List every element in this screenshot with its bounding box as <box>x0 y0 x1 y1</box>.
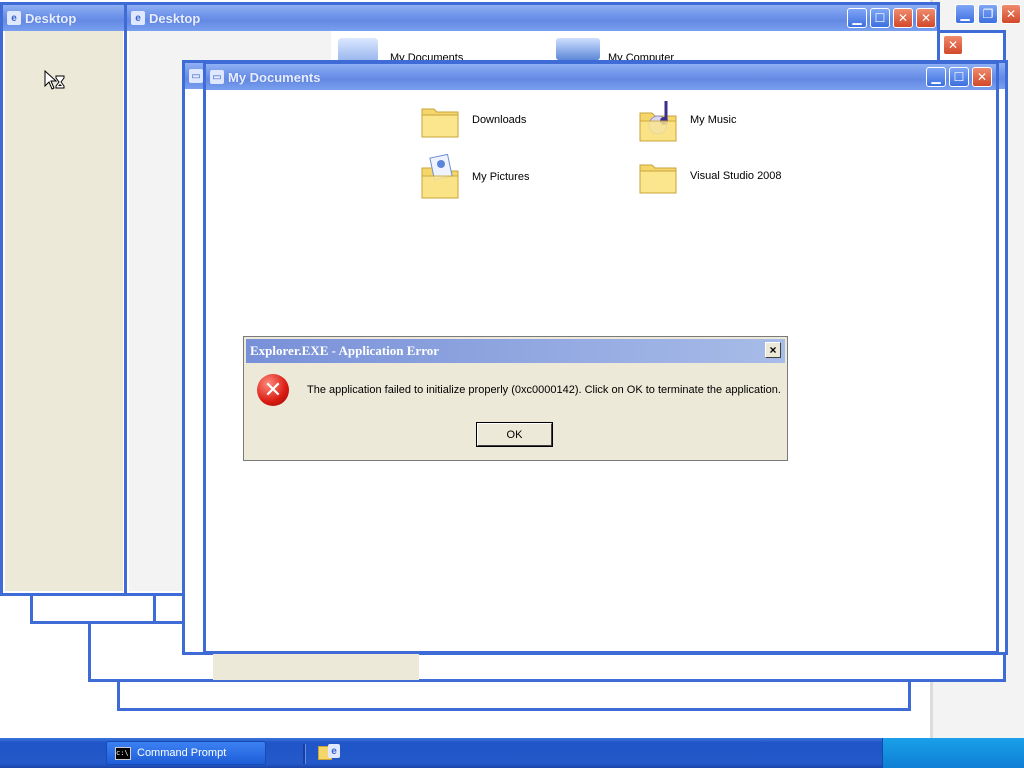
error-icon: ✕ <box>257 374 289 406</box>
system-tray <box>882 738 1024 768</box>
cmd-icon: c:\ <box>115 746 131 760</box>
application-error-dialog: Explorer.EXE - Application Error × ✕ The… <box>243 336 788 461</box>
my-documents-titlebar[interactable]: ▭ My Documents <box>206 64 996 90</box>
dialog-message: The application failed to initialize pro… <box>307 384 781 396</box>
desktop-window-2-titlebar[interactable]: e Desktop <box>127 5 937 31</box>
behind-label-mycomputer: My Computer <box>608 52 675 60</box>
taskbar-separator <box>303 744 306 764</box>
my-documents-desktop-icon[interactable] <box>338 38 378 60</box>
left-pane <box>5 31 123 591</box>
window-title: Desktop <box>149 10 201 26</box>
ie-icon: e <box>7 11 21 25</box>
folder-my-pictures[interactable]: My Pictures <box>420 154 529 200</box>
item-label: Downloads <box>472 114 527 126</box>
maximize-button[interactable]: ☐ <box>870 8 890 28</box>
item-label: My Music <box>690 114 737 126</box>
behind-label-mydocs: My Documents <box>390 52 464 60</box>
taskbar-item-command-prompt[interactable]: c:\ Command Prompt <box>106 741 266 765</box>
minimize-button[interactable]: ▁ <box>926 67 946 87</box>
folder-downloads[interactable]: Downloads <box>420 101 526 139</box>
pictures-folder-icon <box>421 154 459 199</box>
folder-mini-icon: ▭ <box>189 69 203 83</box>
behind-pane-strip <box>213 654 419 680</box>
maximize-button[interactable]: ☐ <box>949 67 969 87</box>
ie-icon: e <box>328 744 340 758</box>
window-title: My Documents <box>228 69 321 85</box>
item-label: My Pictures <box>472 171 530 183</box>
item-label: Visual Studio 2008 <box>690 170 782 182</box>
window-title: Desktop <box>25 10 77 26</box>
bg-minimize-button[interactable]: ▁ <box>955 4 975 24</box>
bg-restore-button[interactable]: ❐ <box>978 4 998 24</box>
hourglass-cursor-icon <box>44 70 65 90</box>
ok-button[interactable]: OK <box>476 422 553 447</box>
minimize-button[interactable]: ▁ <box>847 8 867 28</box>
close-button[interactable]: ✕ <box>972 67 992 87</box>
taskbar-item-label: Command Prompt <box>137 747 227 759</box>
my-computer-icon[interactable] <box>556 38 600 60</box>
ie-icon: e <box>131 11 145 25</box>
close-button[interactable]: ✕ <box>893 8 913 28</box>
folder-mini-icon: ▭ <box>210 70 224 84</box>
folder-icon <box>421 108 459 138</box>
folder-visual-studio-2008[interactable]: Visual Studio 2008 <box>638 157 782 195</box>
desktop-window-1-titlebar[interactable]: e Desktop <box>3 5 125 31</box>
folder-icon <box>639 164 677 194</box>
taskbar-quicklaunch-explorer[interactable]: e <box>318 744 342 762</box>
folder-my-music[interactable]: My Music <box>638 97 736 143</box>
close-button-2[interactable]: ✕ <box>916 8 936 28</box>
music-folder-icon <box>639 101 677 142</box>
close-button-3[interactable]: ✕ <box>943 35 963 55</box>
bg-close-button[interactable]: ✕ <box>1001 4 1021 24</box>
dialog-titlebar[interactable]: Explorer.EXE - Application Error × <box>246 339 785 363</box>
dialog-title: Explorer.EXE - Application Error <box>250 343 439 358</box>
dialog-close-button[interactable]: × <box>765 342 781 358</box>
close-icon: × <box>769 343 777 357</box>
ok-label: OK <box>506 428 523 441</box>
